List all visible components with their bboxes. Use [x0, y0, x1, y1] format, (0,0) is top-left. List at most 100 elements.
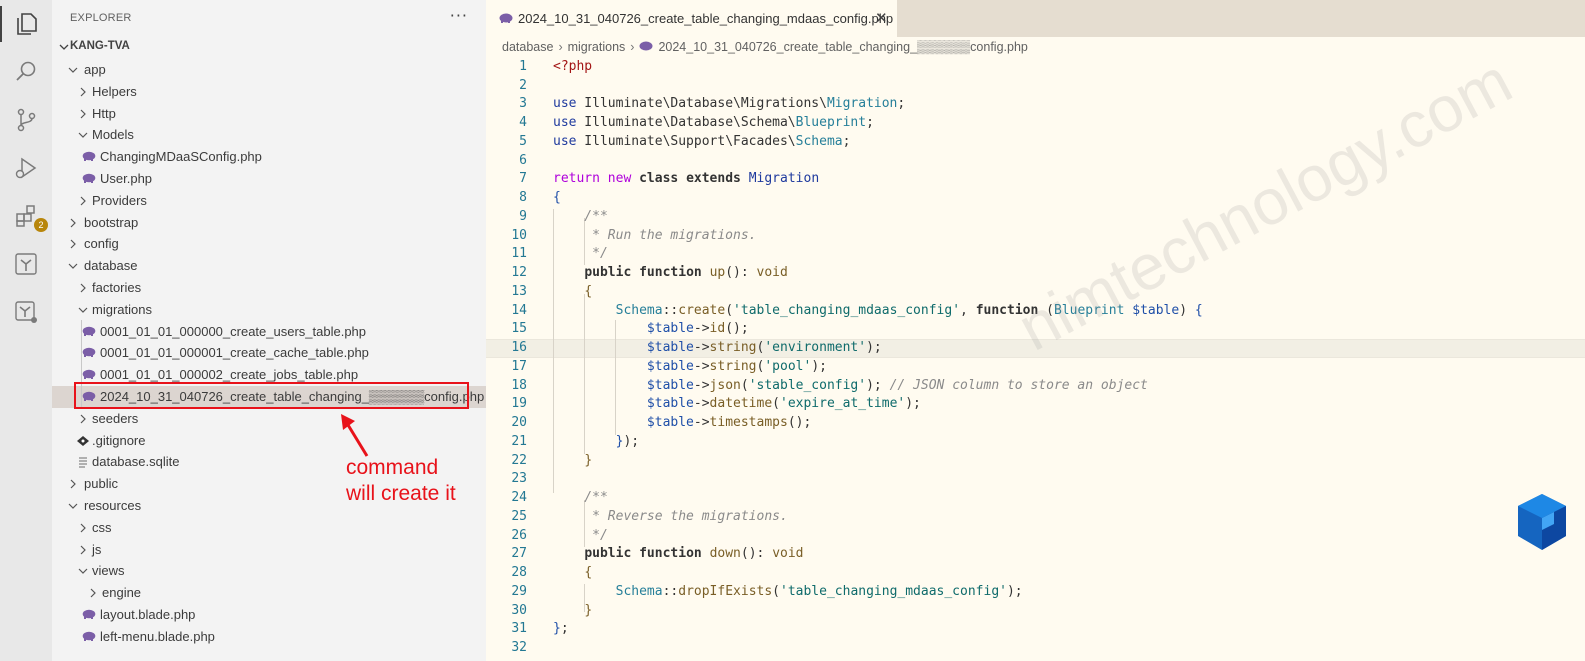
tree-file[interactable]: User.php: [52, 168, 486, 190]
tree-item-label: app: [84, 62, 106, 77]
tree-item-label: database: [84, 258, 138, 274]
tree-folder[interactable]: js: [52, 539, 486, 561]
chevron-down-icon: [68, 263, 78, 270]
breadcrumb-item-database[interactable]: database: [502, 40, 553, 54]
tree-folder[interactable]: bootstrap: [52, 212, 486, 234]
code-line: use Illuminate\Support\Facades\Schema;: [553, 134, 851, 149]
breadcrumb-item-file[interactable]: 2024_10_31_040726_create_table_changing_…: [658, 40, 1027, 54]
code-line: /**: [553, 209, 608, 224]
tree-file[interactable]: 0001_01_01_000001_create_cache_table.php: [52, 342, 486, 364]
extensions-icon[interactable]: 2: [8, 198, 48, 234]
tree-folder[interactable]: Providers: [52, 190, 486, 212]
tree-item-label: User.php: [100, 171, 153, 186]
chevron-right-icon: [80, 414, 86, 424]
line-number: 23: [511, 471, 527, 486]
chevron-down-icon: [78, 307, 88, 313]
tree-item-label: config: [84, 236, 119, 252]
code-line: $table->string('pool');: [646, 359, 827, 374]
code-line: return new class extends Migration: [553, 171, 820, 186]
tree-folder[interactable]: app: [52, 59, 486, 81]
code-line: /**: [553, 490, 608, 505]
chevron-down-icon: [78, 132, 88, 139]
tree-item-label: .gitignore: [92, 432, 146, 448]
chevron-right-icon: [90, 588, 96, 598]
explorer-title: EXPLORER: [70, 12, 132, 24]
php-file-icon: [82, 631, 96, 641]
line-number: 7: [519, 171, 527, 186]
line-number: 5: [519, 134, 527, 149]
code-line: {: [584, 565, 593, 580]
line-number: 9: [519, 209, 527, 224]
code-line: * Reverse the migrations.: [553, 509, 788, 524]
tree-folder[interactable]: engine: [52, 582, 486, 604]
line-number: 24: [511, 490, 527, 505]
more-actions-button[interactable]: ···: [450, 6, 468, 25]
code-line: */: [553, 246, 608, 261]
search-icon[interactable]: [8, 54, 44, 90]
annotation-line-2: will create it: [346, 482, 456, 505]
tree-folder[interactable]: config: [52, 233, 486, 255]
workspace-section-header[interactable]: KANG-TVA: [52, 37, 486, 58]
chevron-right-icon: [80, 545, 86, 555]
tab-migration-file[interactable]: 2024_10_31_040726_create_table_changing_…: [486, 0, 897, 37]
tree-file[interactable]: .gitignore: [52, 430, 486, 452]
chevron-right-icon: [70, 479, 76, 489]
tree-file[interactable]: left-menu.blade.php: [52, 626, 486, 648]
chevron-right-icon: [80, 523, 86, 533]
line-number: 26: [511, 528, 527, 543]
line-number: 21: [511, 434, 527, 449]
tree-folder[interactable]: database: [52, 255, 486, 277]
chevron-right-icon: [80, 196, 86, 206]
source-control-icon[interactable]: [8, 102, 44, 138]
php-file-icon: [639, 41, 653, 51]
tree-item-label: Helpers: [92, 83, 137, 99]
line-number: 13: [511, 284, 527, 299]
code-line: use Illuminate\Database\Schema\Blueprint…: [553, 115, 874, 130]
tree-file[interactable]: layout.blade.php: [52, 604, 486, 626]
line-number: 2: [519, 78, 527, 93]
annotation-line-1: command: [346, 456, 439, 479]
breadcrumb-item-migrations[interactable]: migrations: [568, 40, 626, 54]
explorer-icon[interactable]: [0, 6, 52, 42]
tree-folder[interactable]: views: [52, 560, 486, 582]
close-icon[interactable]: ✕: [875, 9, 888, 27]
tab-label: 2024_10_31_040726_create_table_changing_…: [518, 11, 894, 26]
code-line: {: [584, 284, 593, 299]
tree-folder[interactable]: Models: [52, 124, 486, 146]
tree-item-label: resources: [84, 498, 142, 513]
tree-item-label: bootstrap: [84, 214, 139, 230]
tree-folder[interactable]: migrations: [52, 299, 486, 321]
tree-folder[interactable]: Http: [52, 103, 486, 125]
code-line: $table->string('environment');: [646, 340, 882, 355]
line-number: 12: [511, 265, 527, 280]
tree-file[interactable]: ChangingMDaaSConfig.php: [52, 146, 486, 168]
line-number: 14: [511, 303, 527, 318]
tree-folder[interactable]: Helpers: [52, 81, 486, 103]
tree-item-label: css: [92, 519, 112, 535]
tree-item-label: migrations: [92, 301, 152, 317]
extensions-badge: 2: [34, 218, 48, 232]
text-file-icon: [79, 457, 87, 468]
line-number: 11: [511, 246, 527, 261]
php-file-icon: [82, 348, 96, 358]
workspace-name: KANG-TVA: [70, 40, 130, 52]
code-line: <?php: [553, 59, 593, 74]
remote-tree-icon[interactable]: [8, 246, 44, 282]
chevron-right-icon: ›: [558, 40, 563, 54]
tree-item-label: Models: [92, 127, 134, 143]
tree-folder[interactable]: factories: [52, 277, 486, 299]
tree-file[interactable]: 0001_01_01_000000_create_users_table.php: [52, 321, 486, 343]
tree-folder[interactable]: css: [52, 517, 486, 539]
tree-folder[interactable]: seeders: [52, 408, 486, 430]
code-line: }: [584, 603, 593, 618]
run-debug-icon[interactable]: [8, 150, 44, 186]
activity-bar: 2: [0, 0, 52, 661]
code-line: public function up(): void: [584, 265, 788, 280]
code-line: Schema::create('table_changing_mdaas_con…: [615, 303, 1203, 318]
tree-item-label: factories: [92, 280, 142, 295]
line-number: 16: [511, 340, 527, 355]
code-line: Schema::dropIfExists('table_changing_mda…: [615, 584, 1023, 599]
line-number: 15: [511, 321, 527, 336]
remote-tree-alt-icon[interactable]: [8, 294, 44, 330]
tree-item-label: public: [84, 476, 118, 492]
